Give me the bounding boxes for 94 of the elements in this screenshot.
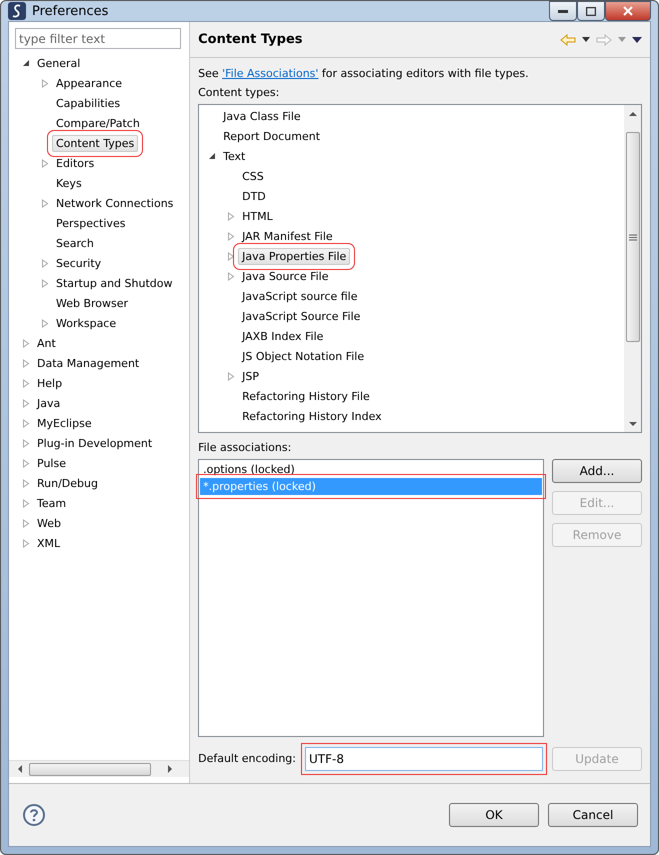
tree-item[interactable]: XML [33,534,64,552]
tree-item[interactable]: Pulse [33,454,70,472]
collapsed-arrow-icon[interactable] [227,212,236,220]
collapsed-arrow-icon[interactable] [22,358,30,368]
list-item[interactable]: .options (locked) [200,461,542,478]
scroll-down-icon[interactable] [628,420,636,428]
tree-item[interactable]: Refactoring History Index [238,408,386,424]
collapsed-arrow-icon[interactable] [227,272,236,280]
view-menu-icon[interactable] [632,36,642,42]
tree-item[interactable]: Startup and Shutdow [52,274,176,292]
minimize-icon [558,10,568,12]
tree-item[interactable]: Report Document [219,128,324,144]
tree-item[interactable]: Search [52,234,98,252]
tree-item[interactable]: Security [52,254,106,272]
close-button[interactable] [605,1,651,21]
app-logo-icon [8,2,26,20]
maximize-icon [586,6,596,16]
tree-item[interactable]: Java [33,394,64,412]
tree-item[interactable]: JAXB Index File [238,328,328,344]
collapsed-arrow-icon[interactable] [22,518,30,528]
vertical-scrollbar[interactable] [624,105,641,432]
tree-item[interactable]: Perspectives [52,214,130,232]
tree-item[interactable]: JavaScript source file [238,288,362,304]
collapsed-arrow-icon[interactable] [41,78,49,88]
collapsed-arrow-icon[interactable] [22,538,30,548]
action-button[interactable]: Add... [552,459,642,483]
tree-item[interactable]: Keys [52,174,86,192]
tree-item[interactable]: Plug-in Development [33,434,156,452]
collapsed-arrow-icon[interactable] [227,252,236,260]
close-icon [623,6,633,16]
tree-item[interactable]: Refactoring History File [238,388,374,404]
minimize-button[interactable] [549,1,577,21]
tree-item[interactable]: Run/Debug [33,474,102,492]
tree-item[interactable]: Compare/Patch [52,114,144,132]
content-types-label: Content types: [198,85,280,101]
tree-item[interactable]: Web [33,514,65,532]
collapsed-arrow-icon[interactable] [22,338,30,348]
intro-text: See 'File Associations' for associating editors with file types. [198,66,530,82]
expanded-arrow-icon[interactable] [22,58,30,68]
tree-item[interactable]: JSP [238,368,263,384]
horizontal-scrollbar[interactable] [9,760,190,777]
collapsed-arrow-icon[interactable] [22,458,30,468]
filter-field[interactable]: type filter text [15,28,181,49]
expanded-arrow-icon[interactable] [208,152,216,160]
collapsed-arrow-icon[interactable] [22,398,30,408]
collapsed-arrow-icon[interactable] [41,318,49,328]
dropdown-arrow-icon[interactable] [582,37,590,42]
tree-item[interactable]: Java Class File [219,108,305,124]
file-associations-label: File associations: [198,440,292,456]
tree-item[interactable]: Data Management [33,354,144,372]
window-title: Preferences [32,4,108,18]
collapsed-arrow-icon[interactable] [227,232,236,240]
tree-item[interactable]: JavaScript Source File [238,308,364,324]
encoding-field[interactable]: UTF-8 [305,747,543,771]
collapsed-arrow-icon[interactable] [41,258,49,268]
collapsed-arrow-icon[interactable] [22,478,30,488]
cancel-button[interactable]: Cancel [548,803,638,827]
tree-item[interactable]: Editors [52,154,98,172]
tree-item[interactable]: Help [33,374,66,392]
tree-item[interactable]: General [33,54,84,72]
collapsed-arrow-icon[interactable] [22,498,30,508]
tree-item[interactable]: Web Browser [52,294,132,312]
tree-item[interactable]: CSS [238,168,268,184]
scroll-up-icon[interactable] [628,110,636,118]
collapsed-arrow-icon[interactable] [41,158,49,168]
tree-item[interactable]: JS Object Notation File [238,348,368,364]
scroll-right-icon[interactable] [165,764,175,774]
tree-item[interactable]: Capabilities [52,94,124,112]
tree-item[interactable]: Java Source File [238,268,333,284]
tree-item[interactable]: MyEclipse [33,414,96,432]
tree-item[interactable]: Ant [33,334,60,352]
maximize-button[interactable] [577,1,605,21]
tree-item[interactable]: JAR Manifest File [238,228,337,244]
encoding-label: Default encoding: [198,751,296,767]
tree-item[interactable]: Text [219,148,250,164]
ok-button[interactable]: OK [449,803,539,827]
collapsed-arrow-icon[interactable] [41,278,49,288]
tree-item[interactable]: HTML [238,208,277,224]
collapsed-arrow-icon[interactable] [227,372,236,380]
collapsed-arrow-icon[interactable] [22,438,30,448]
grip-icon [628,234,636,240]
tree-item[interactable]: DTD [238,188,270,204]
tree-item[interactable]: Network Connections [52,194,178,212]
tree-item[interactable]: Workspace [52,314,120,332]
tree-item[interactable]: Team [33,494,70,512]
forward-arrow-icon[interactable] [596,34,612,46]
help-icon[interactable] [23,804,45,826]
collapsed-arrow-icon[interactable] [22,418,30,428]
page-title: Content Types [198,32,303,47]
tree-item[interactable]: Appearance [52,74,126,92]
collapsed-arrow-icon[interactable] [41,198,49,208]
collapsed-arrow-icon[interactable] [22,378,30,388]
back-arrow-icon[interactable] [560,34,576,46]
file-associations-link[interactable]: 'File Associations' [222,67,318,80]
